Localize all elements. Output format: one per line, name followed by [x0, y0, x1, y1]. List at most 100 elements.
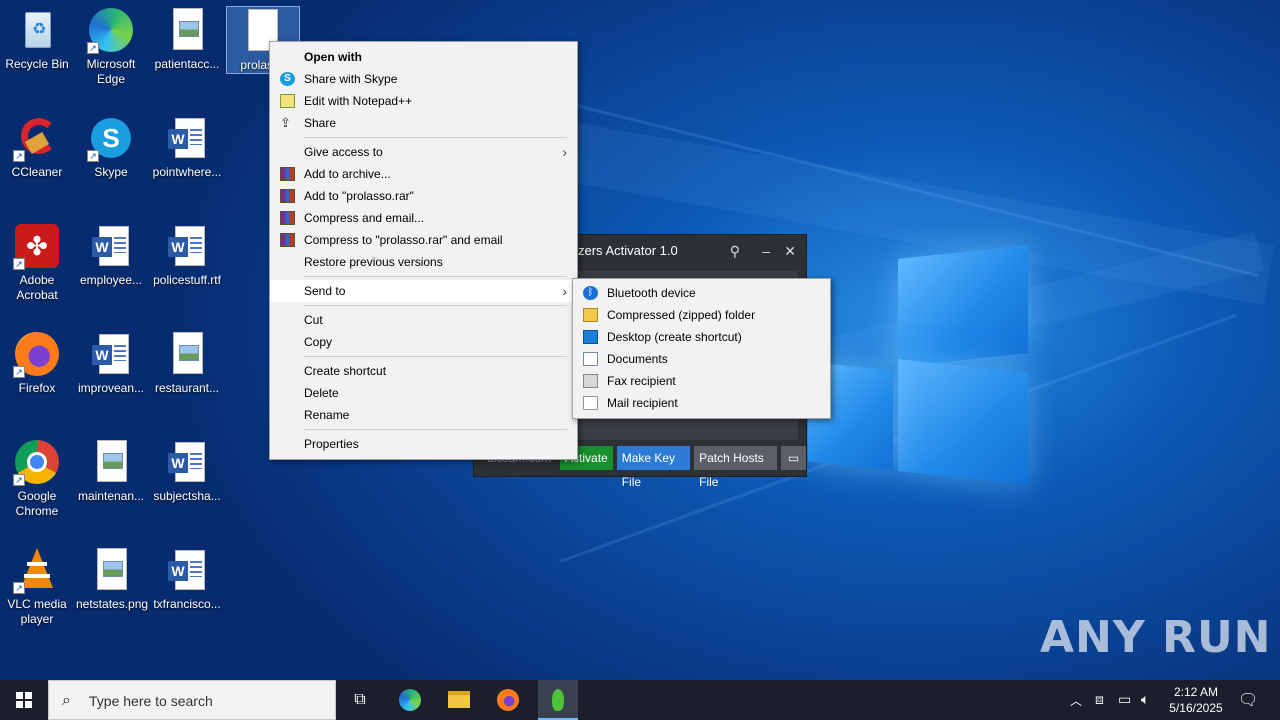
winrar-icon — [280, 233, 295, 247]
send-to-submenu: ᛒ Bluetooth device Compressed (zipped) f… — [572, 278, 831, 419]
menu-item-compress-email[interactable]: Compress and email... — [270, 207, 577, 229]
menu-item-rename[interactable]: Rename — [270, 404, 577, 426]
send-to-desktop[interactable]: Desktop (create shortcut) — [573, 326, 830, 348]
menu-item-create-shortcut[interactable]: Create shortcut — [270, 360, 577, 382]
taskbar-activator-icon[interactable] — [538, 680, 578, 720]
desktop-icon-vlc[interactable]: ↗ VLC media player — [0, 546, 74, 627]
desktop-icon-netstates[interactable]: netstates.png — [74, 546, 148, 612]
send-to-bluetooth[interactable]: ᛒ Bluetooth device — [573, 282, 830, 304]
desktop-icon-pointwhere[interactable]: pointwhere... — [150, 114, 224, 180]
winrar-icon — [280, 211, 295, 225]
desktop-icon-skype[interactable]: S ↗ Skype — [74, 114, 148, 180]
patch-hosts-file-button[interactable]: Patch Hosts File — [694, 446, 777, 489]
desktop-icon-patientacc[interactable]: patientacc... — [150, 6, 224, 72]
image-file-icon — [87, 438, 135, 486]
desktop-icon-ccleaner[interactable]: ↗ CCleaner — [0, 114, 74, 180]
edge-icon: ↗ — [87, 6, 135, 54]
desktop-icon-policestuff[interactable]: policestuff.rtf — [150, 222, 224, 288]
anyrun-watermark: ANY RUN — [1040, 612, 1272, 663]
documents-icon — [583, 352, 598, 366]
tray-clock[interactable]: 2:12 AM 5/16/2025 — [1166, 684, 1226, 716]
mail-icon — [583, 396, 598, 410]
zip-folder-icon — [583, 308, 598, 322]
desktop-icon-firefox[interactable]: ↗ Firefox — [0, 330, 74, 396]
pin-icon[interactable]: ⚲ — [730, 235, 740, 267]
winrar-icon — [280, 167, 295, 181]
skype-icon: S — [280, 72, 295, 86]
chrome-icon: ↗ — [13, 438, 61, 486]
tray-network-icon[interactable]: ▭ — [1118, 691, 1131, 708]
firefox-icon: ↗ — [13, 330, 61, 378]
taskbar-explorer-icon[interactable] — [439, 680, 479, 720]
send-to-fax[interactable]: Fax recipient — [573, 370, 830, 392]
close-button[interactable]: ✕ — [784, 235, 796, 267]
notification-icon[interactable]: 🗨︎ — [1238, 690, 1258, 710]
image-file-icon — [163, 330, 211, 378]
desktop-icon-maintenan[interactable]: maintenan... — [74, 438, 148, 504]
desktop-icon-recycle-bin[interactable]: ♻ Recycle Bin — [0, 6, 74, 72]
activator-title: zers Activator 1.0 — [578, 243, 678, 258]
word-doc-icon — [87, 222, 135, 270]
notepadpp-icon — [280, 94, 295, 108]
skype-icon: S ↗ — [87, 114, 135, 162]
recycle-bin-icon: ♻ — [13, 6, 61, 54]
taskbar-firefox-icon[interactable] — [488, 680, 528, 720]
taskbar: ⌕ Type here to search ⧉ ︿ ⧈ ▭ 🔈︎ 2:12 AM… — [0, 680, 1280, 720]
send-to-documents[interactable]: Documents — [573, 348, 830, 370]
taskbar-search-box[interactable]: ⌕ Type here to search — [48, 680, 336, 720]
winrar-icon — [280, 189, 295, 203]
bluetooth-icon: ᛒ — [583, 286, 598, 300]
desktop-icon-restaurant[interactable]: restaurant... — [150, 330, 224, 396]
menu-item-edit-notepadpp[interactable]: Edit with Notepad++ — [270, 90, 577, 112]
minimize-button[interactable]: – — [762, 235, 770, 267]
desktop-icon-employee[interactable]: employee... — [74, 222, 148, 288]
search-placeholder: Type here to search — [89, 693, 213, 709]
menu-item-compress-rar-email[interactable]: Compress to "prolasso.rar" and email — [270, 229, 577, 251]
taskbar-edge-icon[interactable] — [390, 680, 430, 720]
menu-item-open-with[interactable]: Open with — [270, 46, 577, 68]
menu-item-delete[interactable]: Delete — [270, 382, 577, 404]
desktop-icon-subjectsha[interactable]: subjectsha... — [150, 438, 224, 504]
windows-start-icon — [16, 692, 32, 708]
desktop-icon-adobe-acrobat[interactable]: ✤ ↗ Adobe Acrobat — [0, 222, 74, 303]
menu-item-properties[interactable]: Properties — [270, 433, 577, 455]
menu-item-cut[interactable]: Cut — [270, 309, 577, 331]
fax-icon — [583, 374, 598, 388]
menu-item-give-access[interactable]: Give access to › — [270, 141, 577, 163]
desktop-icon-txfrancisco[interactable]: txfrancisco... — [150, 546, 224, 612]
menu-item-share-with-skype[interactable]: S Share with Skype — [270, 68, 577, 90]
desktop-icon-google-chrome[interactable]: ↗ Google Chrome — [0, 438, 74, 519]
menu-separator — [304, 276, 567, 277]
desktop-icon-microsoft-edge[interactable]: ↗ Microsoft Edge — [74, 6, 148, 87]
menu-item-restore-versions[interactable]: Restore previous versions — [270, 251, 577, 273]
info-icon[interactable]: ▭ — [780, 446, 806, 470]
word-doc-icon — [163, 222, 211, 270]
menu-separator — [304, 429, 567, 430]
context-menu: Open with S Share with Skype Edit with N… — [269, 41, 578, 460]
menu-item-copy[interactable]: Copy — [270, 331, 577, 353]
ccleaner-icon: ↗ — [13, 114, 61, 162]
menu-item-share[interactable]: ⇪ Share — [270, 112, 577, 134]
menu-item-add-to-archive[interactable]: Add to archive... — [270, 163, 577, 185]
tray-chevron-up-icon[interactable]: ︿ — [1070, 692, 1082, 709]
chevron-right-icon: › — [562, 283, 567, 299]
send-to-zip[interactable]: Compressed (zipped) folder — [573, 304, 830, 326]
menu-item-add-to-rar[interactable]: Add to "prolasso.rar" — [270, 185, 577, 207]
word-doc-icon — [163, 546, 211, 594]
menu-separator — [304, 305, 567, 306]
tray-device-icon[interactable]: ⧈ — [1095, 691, 1104, 708]
send-to-mail[interactable]: Mail recipient — [573, 392, 830, 414]
desktop-icon — [583, 330, 598, 344]
clock-time: 2:12 AM — [1173, 685, 1219, 699]
start-button[interactable] — [0, 680, 48, 720]
word-doc-icon — [163, 114, 211, 162]
search-icon: ⌕ — [62, 692, 71, 709]
adobe-acrobat-icon: ✤ ↗ — [13, 222, 61, 270]
task-view-icon[interactable]: ⧉ — [340, 680, 380, 720]
desktop-icon-improvean[interactable]: improvean... — [74, 330, 148, 396]
tray-volume-icon[interactable]: 🔈︎ — [1141, 691, 1149, 708]
menu-item-send-to[interactable]: Send to › — [270, 280, 577, 302]
windows-wallpaper-logo — [808, 240, 1030, 485]
clock-date: 5/16/2025 — [1169, 701, 1223, 715]
make-key-file-button[interactable]: Make Key File — [616, 446, 691, 489]
